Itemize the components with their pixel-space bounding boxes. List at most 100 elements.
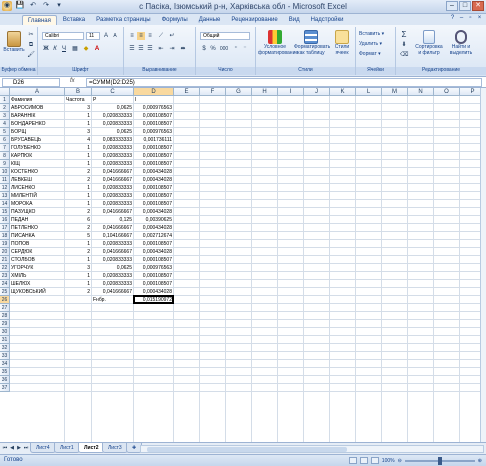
cell-area[interactable]: Фамилия Частота P I АБРОСИМОВ 3 0,0625 0,000976… <box>10 96 486 442</box>
align-middle-icon[interactable]: ≡ <box>137 32 145 40</box>
cell-c15[interactable]: 0,041666667 <box>92 208 133 216</box>
cell-b12[interactable]: 1 <box>65 184 91 192</box>
cell-b9[interactable]: 1 <box>65 160 91 168</box>
cell-c5[interactable]: 0,0625 <box>92 128 133 136</box>
autosum-button[interactable]: Σ <box>400 31 408 39</box>
cell-d7[interactable]: 0,000108507 <box>134 144 173 152</box>
row-header[interactable]: 37 <box>0 384 10 392</box>
currency-icon[interactable]: $ <box>200 45 208 53</box>
page-break-view-icon[interactable] <box>370 457 379 464</box>
cell-a17[interactable]: ПЕТЛЕНКО <box>10 224 64 232</box>
borders-icon[interactable]: ▦ <box>71 45 79 53</box>
prev-sheet-icon[interactable]: ◀ <box>9 445 15 452</box>
cell-a13[interactable]: МИЛЕНТІЙ <box>10 192 64 200</box>
row-header[interactable]: 3 <box>0 112 10 120</box>
cell-d12[interactable]: 0,000108507 <box>134 184 173 192</box>
decrease-indent-icon[interactable]: ⇤ <box>157 45 165 53</box>
cell-c3[interactable]: 0,020833333 <box>92 112 133 120</box>
row-header[interactable]: 6 <box>0 136 10 144</box>
row-header[interactable]: 12 <box>0 184 10 192</box>
sort-filter-button[interactable]: Сортировка и фильтр <box>414 30 444 56</box>
cell-c21[interactable]: 0,020833333 <box>92 256 133 264</box>
close-button[interactable]: ✕ <box>472 1 484 11</box>
fill-icon[interactable]: ⬇ <box>400 41 408 49</box>
format-as-table-button[interactable]: Форматировать как таблицу <box>294 30 330 56</box>
cell-c22[interactable]: 0,0625 <box>92 264 133 272</box>
cell-b8[interactable]: 1 <box>65 152 91 160</box>
row-header[interactable]: 19 <box>0 240 10 248</box>
delete-cells-button[interactable]: Удалить ▾ <box>359 41 382 47</box>
cell-d18[interactable]: 0,002712674 <box>134 232 173 240</box>
cell-b16[interactable]: 6 <box>65 216 91 224</box>
name-box[interactable]: D26 <box>2 78 60 87</box>
row-header[interactable]: 1 <box>0 96 10 104</box>
format-cells-button[interactable]: Формат ▾ <box>359 51 381 57</box>
minimize-button[interactable]: – <box>446 1 458 11</box>
row-header[interactable]: 27 <box>0 304 10 312</box>
cell-a24[interactable]: ШЕЛЮХ <box>10 280 64 288</box>
row-header[interactable]: 25 <box>0 288 10 296</box>
cell-c17[interactable]: 0,041666667 <box>92 224 133 232</box>
row-header[interactable]: 22 <box>0 264 10 272</box>
row-header[interactable]: 11 <box>0 176 10 184</box>
cell-d10[interactable]: 0,000434028 <box>134 168 173 176</box>
cell-b19[interactable]: 1 <box>65 240 91 248</box>
orientation-icon[interactable]: ⟋ <box>157 32 165 40</box>
cell-a7[interactable]: ГОЛУБЕНКО <box>10 144 64 152</box>
row-header[interactable]: 13 <box>0 192 10 200</box>
cell-styles-button[interactable]: Стили ячеек <box>330 30 354 56</box>
formula-input[interactable]: =СУММ(D2:D25) <box>86 78 482 87</box>
row-header[interactable]: 36 <box>0 376 10 384</box>
tab-addins[interactable]: Надстройки <box>306 15 349 25</box>
cut-icon[interactable]: ✂ <box>27 31 35 39</box>
format-painter-icon[interactable]: 🖌 <box>27 51 35 59</box>
column-header[interactable]: N <box>408 88 434 96</box>
cell-a16[interactable]: ПЕДАН <box>10 216 64 224</box>
percent-button[interactable]: % <box>209 45 217 53</box>
row-header[interactable]: 31 <box>0 336 10 344</box>
cell-d22[interactable]: 0,000976563 <box>134 264 173 272</box>
cell-b22[interactable]: 3 <box>65 264 91 272</box>
cell-b3[interactable]: 1 <box>65 112 91 120</box>
row-header[interactable]: 23 <box>0 272 10 280</box>
wrap-text-icon[interactable]: ↵ <box>168 32 176 40</box>
cell-b25[interactable]: 2 <box>65 288 91 296</box>
page-layout-view-icon[interactable] <box>359 457 368 464</box>
row-header[interactable]: 7 <box>0 144 10 152</box>
cell-d6[interactable]: 0,001736111 <box>134 136 173 144</box>
cell-a12[interactable]: ЛИСЕНКО <box>10 184 64 192</box>
zoom-level[interactable]: 100% <box>382 458 395 464</box>
cell-d24[interactable]: 0,000108507 <box>134 280 173 288</box>
shrink-font-icon[interactable]: A <box>111 32 119 40</box>
cell-d20[interactable]: 0,000434028 <box>134 248 173 256</box>
sheet-tab[interactable]: Лист4 <box>30 443 56 453</box>
fill-color-icon[interactable]: ◆ <box>82 45 90 53</box>
cell-b7[interactable]: 1 <box>65 144 91 152</box>
vertical-scrollbar[interactable] <box>480 88 486 442</box>
cell-d2[interactable]: 0,000976563 <box>134 104 173 112</box>
tab-insert[interactable]: Вставка <box>58 15 90 25</box>
cell-d11[interactable]: 0,000434028 <box>134 176 173 184</box>
cell-a10[interactable]: КОСТЕНКО <box>10 168 64 176</box>
cell-d21[interactable]: 0,000108507 <box>134 256 173 264</box>
row-header[interactable]: 5 <box>0 128 10 136</box>
workbook-restore-icon[interactable]: ▫ <box>467 15 474 22</box>
first-sheet-icon[interactable]: ⏮ <box>2 445 8 452</box>
bold-button[interactable]: Ж <box>42 45 50 53</box>
cell-d19[interactable]: 0,000108507 <box>134 240 173 248</box>
cell-c9[interactable]: 0,020833333 <box>92 160 133 168</box>
tab-page-layout[interactable]: Разметка страницы <box>91 15 155 25</box>
row-header[interactable]: 2 <box>0 104 10 112</box>
cell-a15[interactable]: ПАЗУЩКО <box>10 208 64 216</box>
cell-c19[interactable]: 0,020833333 <box>92 240 133 248</box>
cell-c12[interactable]: 0,020833333 <box>92 184 133 192</box>
copy-icon[interactable]: ⧉ <box>27 41 35 49</box>
cell-d13[interactable]: 0,000108507 <box>134 192 173 200</box>
cell-a21[interactable]: СТОЛБОВ <box>10 256 64 264</box>
column-header[interactable]: F <box>200 88 226 96</box>
align-right-icon[interactable]: ☰ <box>146 45 154 53</box>
workbook-minimize-icon[interactable]: – <box>458 15 465 22</box>
cell-b17[interactable]: 2 <box>65 224 91 232</box>
cell-a14[interactable]: МОРОКА <box>10 200 64 208</box>
column-header[interactable]: M <box>382 88 408 96</box>
